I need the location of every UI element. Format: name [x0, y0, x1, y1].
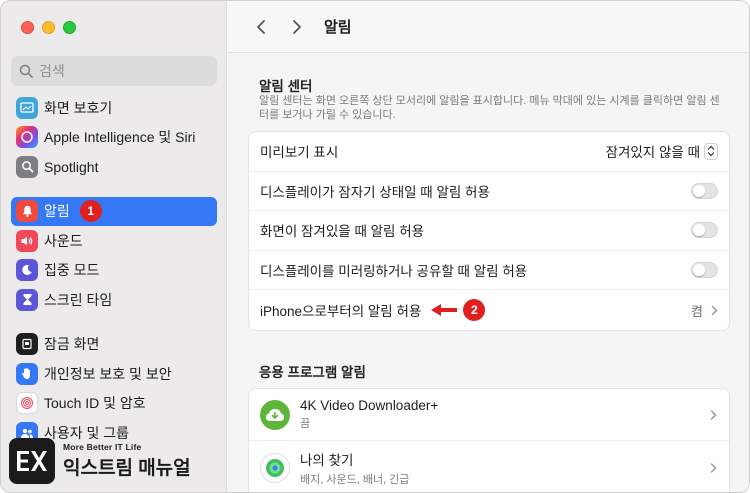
- display-sleep-toggle[interactable]: [691, 182, 718, 199]
- sidebar-item-privacy[interactable]: 개인정보 보호 및 보안: [11, 359, 217, 389]
- toolbar: 알림: [228, 1, 749, 53]
- row-label: 디스플레이를 미러링하거나 공유할 때 알림 허용: [260, 264, 528, 280]
- search-field[interactable]: [11, 56, 217, 86]
- sidebar-item-label: 알림: [44, 203, 70, 220]
- sidebar-item-label: 집중 모드: [44, 262, 100, 279]
- sidebar-item-focus[interactable]: 집중 모드: [11, 256, 217, 286]
- row-value: 켬: [691, 303, 703, 319]
- hand-icon: [16, 362, 38, 385]
- watermark-logo-icon: [9, 438, 55, 484]
- siri-icon: [16, 126, 38, 149]
- row-label: 미리보기 표시: [260, 145, 339, 161]
- sidebar-item-siri[interactable]: Apple Intelligence 및 Siri: [11, 123, 217, 153]
- sidebar-item-label: Spotlight: [44, 158, 99, 175]
- hourglass-icon: [16, 288, 38, 311]
- sidebar-item-label: 개인정보 보호 및 보안: [44, 365, 172, 382]
- sidebar-item-lock-screen[interactable]: 잠금 화면: [11, 330, 217, 360]
- red-arrow-icon: [431, 303, 458, 317]
- app-row-4k-downloader[interactable]: 4K Video Downloader+ 끔: [249, 389, 729, 441]
- sidebar-item-sound[interactable]: 사운드: [11, 226, 217, 256]
- page-title: 알림: [324, 19, 352, 36]
- notification-center-card: 미리보기 표시 잠겨있지 않을 때 디스플레이가 잠자기 상태일 때 알림 허용…: [248, 131, 730, 331]
- watermark-tagline: More Better IT Life: [63, 442, 142, 452]
- search-input[interactable]: [39, 63, 199, 79]
- watermark-brand: 익스트림 매뉴얼: [63, 458, 191, 479]
- notification-center-heading: 알림 센터: [259, 79, 313, 94]
- iphone-notifications-row[interactable]: iPhone으로부터의 알림 허용 2 켬: [249, 290, 729, 330]
- spotlight-icon: [16, 155, 38, 178]
- sidebar-list: 화면 보호기 Apple Intelligence 및 Siri Spotlig…: [11, 93, 217, 448]
- sidebar-item-touch-id[interactable]: Touch ID 및 암호: [11, 389, 217, 419]
- watermark: More Better IT Life 익스트림 매뉴얼: [9, 433, 219, 489]
- search-icon: [19, 64, 33, 78]
- sidebar-item-label: 스크린 타임: [44, 291, 113, 308]
- find-my-icon: [260, 453, 290, 483]
- notification-center-description: 알림 센터는 화면 오른쪽 상단 모서리에 알림을 표시합니다. 메뉴 막대에 …: [259, 95, 720, 121]
- screen-locked-toggle[interactable]: [691, 222, 718, 239]
- main-pane: 알림 알림 센터 알림 센터는 화면 오른쪽 상단 모서리에 알림을 표시합니다…: [228, 1, 749, 492]
- chevron-right-icon: [711, 305, 718, 315]
- app-notifications-heading: 응용 프로그램 알림: [259, 365, 366, 380]
- window-controls: [21, 21, 76, 34]
- back-button[interactable]: [250, 16, 272, 38]
- sidebar: 화면 보호기 Apple Intelligence 및 Siri Spotlig…: [1, 1, 227, 492]
- settings-window: 화면 보호기 Apple Intelligence 및 Siri Spotlig…: [0, 0, 750, 493]
- chevron-right-icon: [710, 409, 717, 420]
- sidebar-item-label: 잠금 화면: [44, 336, 100, 353]
- sidebar-item-label: Touch ID 및 암호: [44, 395, 146, 412]
- preview-row: 미리보기 표시 잠겨있지 않을 때: [249, 132, 729, 172]
- screen-locked-row: 화면이 잠겨있을 때 알림 허용: [249, 211, 729, 251]
- app-row-find-my[interactable]: 나의 찾기 배지, 사운드, 배너, 긴급: [249, 441, 729, 492]
- chevron-right-icon: [710, 463, 717, 473]
- fingerprint-icon: [16, 392, 38, 415]
- forward-button[interactable]: [286, 16, 308, 38]
- app-status: 배지, 사운드, 배너, 긴급: [300, 474, 410, 486]
- mirroring-toggle[interactable]: [691, 262, 718, 279]
- sidebar-item-label: Apple Intelligence 및 Siri: [44, 129, 196, 146]
- zoom-window-button[interactable]: [63, 21, 76, 34]
- sidebar-item-label: 화면 보호기: [44, 99, 113, 116]
- updown-chevron-icon: [704, 142, 718, 160]
- step-badge-1: 1: [79, 200, 102, 223]
- row-label: iPhone으로부터의 알림 허용: [260, 304, 422, 320]
- lock-screen-icon: [16, 333, 38, 356]
- close-window-button[interactable]: [21, 21, 34, 34]
- chevron-left-icon: [257, 19, 265, 34]
- minimize-window-button[interactable]: [42, 21, 55, 34]
- display-sleep-row: 디스플레이가 잠자기 상태일 때 알림 허용: [249, 172, 729, 212]
- moon-icon: [16, 259, 38, 282]
- popup-value: 잠겨있지 않을 때: [605, 145, 700, 161]
- preview-popup[interactable]: 잠겨있지 않을 때: [606, 141, 718, 161]
- app-name: 4K Video Downloader+: [300, 398, 439, 413]
- app-notifications-card: 4K Video Downloader+ 끔 나의 찾기 배지, 사운드, 배너…: [248, 388, 730, 492]
- speaker-icon: [16, 229, 38, 252]
- sidebar-item-label: 사운드: [44, 232, 83, 249]
- screensaver-icon: [16, 96, 38, 119]
- mirroring-row: 디스플레이를 미러링하거나 공유할 때 알림 허용: [249, 251, 729, 291]
- app-status: 끔: [300, 418, 311, 430]
- sidebar-item-screen-time[interactable]: 스크린 타임: [11, 285, 217, 315]
- sidebar-item-notifications[interactable]: 알림 1: [11, 196, 217, 226]
- bell-icon: [16, 200, 38, 223]
- step-badge-2: 2: [463, 299, 486, 322]
- row-label: 디스플레이가 잠자기 상태일 때 알림 허용: [260, 184, 490, 200]
- sidebar-item-spotlight[interactable]: Spotlight: [11, 152, 217, 182]
- app-name: 나의 찾기: [300, 453, 354, 468]
- row-label: 화면이 잠겨있을 때 알림 허용: [260, 224, 425, 240]
- chevron-right-icon: [293, 19, 301, 34]
- sidebar-item-screensaver[interactable]: 화면 보호기: [11, 93, 217, 123]
- 4k-downloader-icon: [260, 399, 290, 430]
